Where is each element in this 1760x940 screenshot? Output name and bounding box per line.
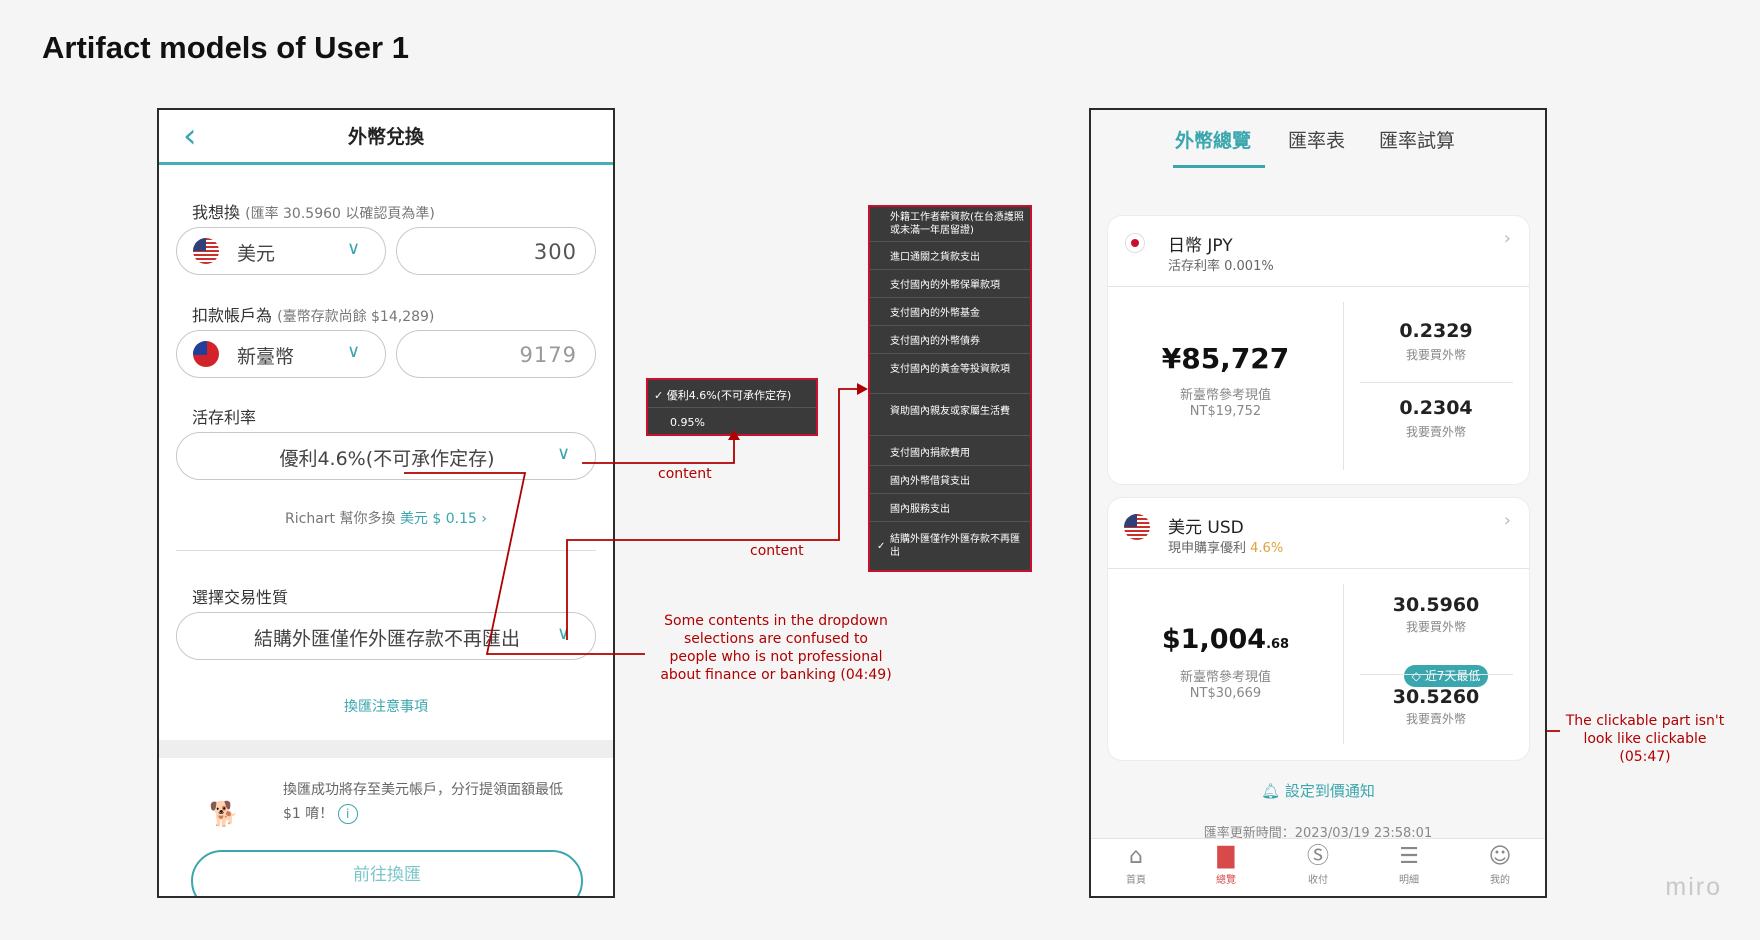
dollar-icon: Ⓢ [1306,844,1329,869]
usd-sub: 現申購享優利 4.6% [1168,541,1284,556]
divider [1360,382,1513,383]
jpy-amount-label: 新臺幣參考現值 [1179,388,1271,403]
jpy-sell-rate[interactable]: 0.2304 [1343,397,1529,419]
tab-rate-table[interactable]: 匯率表 [1288,126,1345,153]
usd-name: 美元 USD [1168,518,1244,538]
jpy-amount: ¥85,727 [1161,342,1290,375]
price-alert-link[interactable]: 🔔︎ 設定到價通知 [1091,780,1545,801]
overview-screen: 外幣總覽 匯率表 匯率試算 日幣 JPY 活存利率 0.001% › ¥85,7… [1089,108,1547,898]
annotation-content-2: content [750,543,804,559]
jpy-sub: 活存利率 0.001% [1168,259,1274,274]
tab-bar: 外幣總覽 匯率表 匯率試算 [1091,110,1545,180]
chevron-right-icon[interactable]: › [1504,228,1511,249]
jpy-card[interactable]: 日幣 JPY 活存利率 0.001% › ¥85,727 新臺幣參考現值 NT$… [1108,216,1529,484]
bottom-nav: ⌂ 首頁 ▇ 總覽 Ⓢ 收付 ☰ 明細 ☺ 我的 [1091,838,1545,896]
usd-sell-label: 我要賣外幣 [1405,712,1466,726]
annotation-dropdown-note: Some contents in the dropdown selections… [660,613,892,683]
usd-card[interactable]: 美元 USD 現申購享優利 4.6% › $1,004.68 新臺幣參考現值 N… [1108,498,1529,760]
usd-buy-label: 我要買外幣 [1405,620,1466,634]
divider [1108,286,1529,287]
active-tab-indicator [1173,165,1265,168]
lowest-7-days-badge[interactable]: ◇ 近7天最低 [1404,665,1488,687]
jpy-buy-rate[interactable]: 0.2329 [1343,320,1529,342]
tag-icon: ◇ [1411,669,1421,683]
jpy-amount-twd: NT$19,752 [1189,404,1262,419]
jpy-buy-label: 我要買外幣 [1405,348,1466,362]
annotation-clickable-note: The clickable part isn't look like click… [1565,713,1725,765]
divider [1108,568,1529,569]
jp-flag-icon [1126,234,1144,252]
us-flag-icon [1124,514,1150,540]
tab-overview[interactable]: 外幣總覽 [1175,126,1251,153]
nav-details[interactable]: ☰ 明細 [1379,843,1439,886]
nav-payments[interactable]: Ⓢ 收付 [1288,843,1348,886]
usd-amount-twd: NT$30,669 [1189,686,1262,701]
jpy-sell-label: 我要賣外幣 [1405,425,1466,439]
usd-sell-rate[interactable]: 30.5260 [1343,686,1529,708]
usd-amount: $1,004.68 [1161,624,1290,655]
usd-buy-rate[interactable]: 30.5960 [1343,594,1529,616]
home-icon: ⌂ [1129,844,1143,869]
receipt-icon: ☰ [1399,844,1419,869]
bell-icon: 🔔︎ [1261,782,1281,800]
nav-overview[interactable]: ▇ 總覽 [1196,843,1256,886]
tab-rate-calc[interactable]: 匯率試算 [1379,126,1455,153]
user-icon: ☺ [1488,844,1512,869]
jpy-name: 日幣 JPY [1168,236,1233,256]
nav-home[interactable]: ⌂ 首頁 [1106,843,1166,886]
chevron-right-icon[interactable]: › [1504,510,1511,531]
chart-icon: ▇ [1217,844,1235,869]
nav-me[interactable]: ☺ 我的 [1470,843,1530,886]
annotation-content-1: content [658,466,712,482]
usd-amount-label: 新臺幣參考現值 [1179,670,1271,685]
divider [1360,674,1513,675]
miro-watermark: miro [1665,873,1722,901]
